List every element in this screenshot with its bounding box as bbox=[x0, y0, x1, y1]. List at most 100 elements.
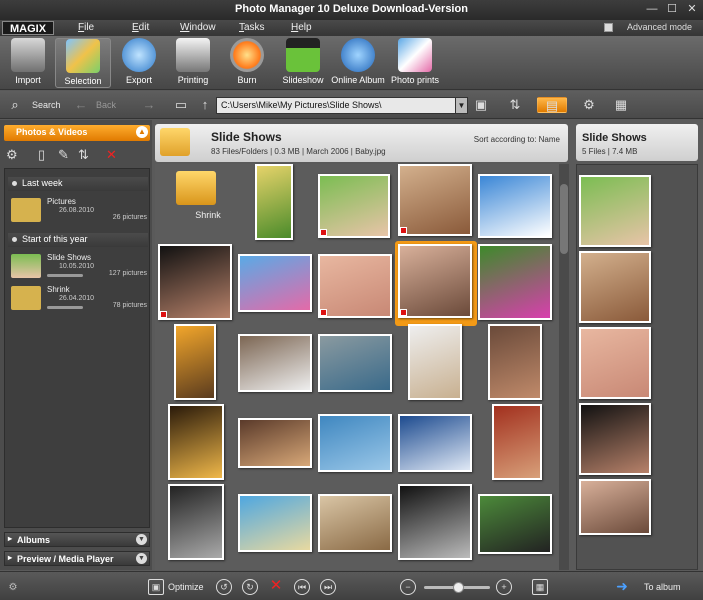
zoom-slider-knob[interactable] bbox=[453, 582, 464, 593]
menu-file[interactable]: File bbox=[78, 22, 94, 33]
next-icon[interactable]: ⏭ bbox=[320, 579, 336, 595]
photo-thumbnail[interactable] bbox=[478, 244, 558, 324]
photo-thumbnail[interactable] bbox=[318, 254, 398, 334]
computer-icon[interactable]: ▭ bbox=[172, 97, 190, 113]
close-icon[interactable]: ✕ bbox=[685, 2, 699, 16]
photo-thumbnail[interactable] bbox=[158, 244, 238, 324]
rotate-left-icon[interactable]: ↺ bbox=[216, 579, 232, 595]
photo-thumbnail[interactable] bbox=[478, 174, 558, 254]
photo-thumbnail[interactable] bbox=[318, 174, 398, 254]
photo-thumbnail[interactable] bbox=[395, 241, 478, 326]
section-start-of-year[interactable]: Start of this year bbox=[8, 233, 148, 247]
photo-thumbnail[interactable] bbox=[168, 404, 248, 484]
album-pictures[interactable]: Pictures 26.08.2010 26 pictures bbox=[9, 195, 149, 229]
optimize-label[interactable]: Optimize bbox=[168, 582, 204, 592]
search-binoculars-icon[interactable]: ⌕ bbox=[6, 97, 24, 113]
photo-thumbnail[interactable] bbox=[478, 494, 558, 574]
album-slide-shows[interactable]: Slide Shows 10.05.2010 127 pictures bbox=[9, 251, 149, 285]
sort-icon[interactable]: ⇅ bbox=[78, 147, 89, 163]
photo-thumbnail[interactable] bbox=[318, 414, 398, 494]
menu-window[interactable]: Window bbox=[180, 22, 216, 33]
slideshow-thumbnail[interactable] bbox=[579, 403, 651, 475]
forward-arrow-icon[interactable]: → bbox=[140, 97, 158, 113]
advanced-mode-checkbox[interactable] bbox=[604, 22, 613, 32]
photo-thumbnail[interactable] bbox=[408, 324, 488, 404]
photo-thumbnail[interactable] bbox=[398, 484, 478, 564]
photo-thumbnail[interactable] bbox=[238, 494, 318, 574]
search-label[interactable]: Search bbox=[32, 100, 61, 110]
advanced-mode[interactable]: Advanced mode bbox=[604, 22, 692, 32]
grid-scrollbar[interactable] bbox=[559, 164, 569, 570]
menu-bar: MAGIX File Edit Window Tasks Help Advanc… bbox=[0, 20, 703, 36]
album-shrink[interactable]: Shrink 26.04.2010 78 pictures bbox=[9, 283, 149, 317]
sort-arrows-icon[interactable]: ⇅ bbox=[506, 97, 524, 113]
photo-prints-button[interactable]: Photo prints bbox=[387, 38, 443, 88]
photo-thumbnail[interactable] bbox=[238, 254, 318, 334]
minimize-icon[interactable]: — bbox=[645, 2, 659, 16]
section-last-week[interactable]: Last week bbox=[8, 177, 148, 191]
maximize-icon[interactable]: ☐ bbox=[665, 2, 679, 16]
import-button[interactable]: Import bbox=[0, 38, 56, 88]
photos-videos-header[interactable]: Photos & Videos ▲ bbox=[4, 125, 150, 141]
folder-info: 83 Files/Folders | 0.3 MB | March 2006 |… bbox=[211, 147, 386, 156]
up-arrow-icon[interactable]: ↑ bbox=[196, 97, 214, 113]
previous-icon[interactable]: ⏮ bbox=[294, 579, 310, 595]
online-album-button[interactable]: Online Album bbox=[330, 38, 386, 88]
photo-image bbox=[318, 494, 392, 552]
delete-icon[interactable]: ✕ bbox=[268, 578, 284, 595]
photo-thumbnail[interactable] bbox=[238, 418, 318, 498]
zoom-slider[interactable] bbox=[424, 582, 490, 593]
scrollbar-thumb[interactable] bbox=[560, 184, 568, 254]
album-count: 26 pictures bbox=[112, 214, 147, 221]
magix-logo[interactable]: MAGIX bbox=[2, 21, 54, 35]
zoom-in-icon[interactable]: + bbox=[496, 579, 512, 595]
sort-label[interactable]: Sort according to: Name bbox=[474, 135, 560, 144]
gear-icon[interactable]: ⚙ bbox=[6, 147, 18, 163]
photo-thumbnail[interactable] bbox=[238, 334, 318, 414]
expand-down-icon[interactable]: ▼ bbox=[136, 534, 147, 545]
slideshow-thumbnail[interactable] bbox=[579, 175, 651, 247]
slideshow-thumbnail[interactable] bbox=[579, 479, 651, 535]
photo-thumbnail[interactable] bbox=[488, 324, 568, 404]
folder-view-icon[interactable]: ▤ bbox=[537, 97, 567, 113]
burn-button[interactable]: Burn bbox=[219, 38, 275, 88]
to-album-label[interactable]: To album bbox=[644, 582, 681, 592]
view-grid-icon[interactable]: ▦ bbox=[612, 97, 630, 113]
albums-footer[interactable]: Albums ▼ bbox=[4, 532, 150, 547]
slideshow-button[interactable]: Slideshow bbox=[275, 38, 331, 88]
menu-tasks[interactable]: Tasks bbox=[239, 22, 265, 33]
optimize-icon[interactable]: ▣ bbox=[148, 579, 164, 595]
photo-thumbnail[interactable] bbox=[168, 484, 248, 564]
photo-thumbnail[interactable] bbox=[398, 164, 478, 244]
new-document-icon[interactable]: ▯ bbox=[38, 147, 45, 163]
to-album-icon[interactable]: ➜ bbox=[614, 579, 630, 595]
settings-gear-icon[interactable]: ⚙ bbox=[580, 97, 598, 113]
view-mode-icon[interactable]: ▦ bbox=[532, 579, 548, 595]
menu-edit[interactable]: Edit bbox=[132, 22, 149, 33]
album-folder-icon bbox=[11, 286, 41, 310]
edit-pencil-icon[interactable]: ✎ bbox=[58, 147, 69, 163]
menu-help[interactable]: Help bbox=[291, 22, 312, 33]
slideshow-thumbnail[interactable] bbox=[579, 251, 651, 323]
selection-label: Selection bbox=[64, 76, 102, 86]
preview-media-player-footer[interactable]: Preview / Media Player ▼ bbox=[4, 551, 150, 566]
slideshow-thumbnail[interactable] bbox=[579, 327, 651, 399]
title-bar: Photo Manager 10 Deluxe Download-Version… bbox=[0, 0, 703, 20]
rotate-right-icon[interactable]: ↻ bbox=[242, 579, 258, 595]
back-label[interactable]: Back bbox=[96, 100, 116, 110]
selection-button[interactable]: Selection bbox=[55, 38, 111, 88]
export-button[interactable]: Export bbox=[111, 38, 167, 88]
back-arrow-icon[interactable]: ← bbox=[72, 97, 90, 113]
folder-shrink[interactable]: Shrink bbox=[168, 168, 248, 248]
photo-thumbnail[interactable] bbox=[398, 414, 478, 494]
path-dropdown-icon[interactable]: ▼ bbox=[455, 97, 468, 114]
photo-thumbnail[interactable] bbox=[318, 334, 398, 414]
collapse-up-icon[interactable]: ▲ bbox=[136, 126, 148, 138]
preview-window-icon[interactable]: ▣ bbox=[472, 97, 490, 113]
photo-thumbnail[interactable] bbox=[318, 494, 398, 574]
printing-button[interactable]: Printing bbox=[165, 38, 221, 88]
expand-down-icon[interactable]: ▼ bbox=[136, 553, 147, 564]
path-input[interactable]: C:\Users\Mike\My Pictures\Slide Shows\ bbox=[216, 97, 468, 114]
delete-icon[interactable]: ✕ bbox=[106, 147, 117, 163]
zoom-out-icon[interactable]: − bbox=[400, 579, 416, 595]
